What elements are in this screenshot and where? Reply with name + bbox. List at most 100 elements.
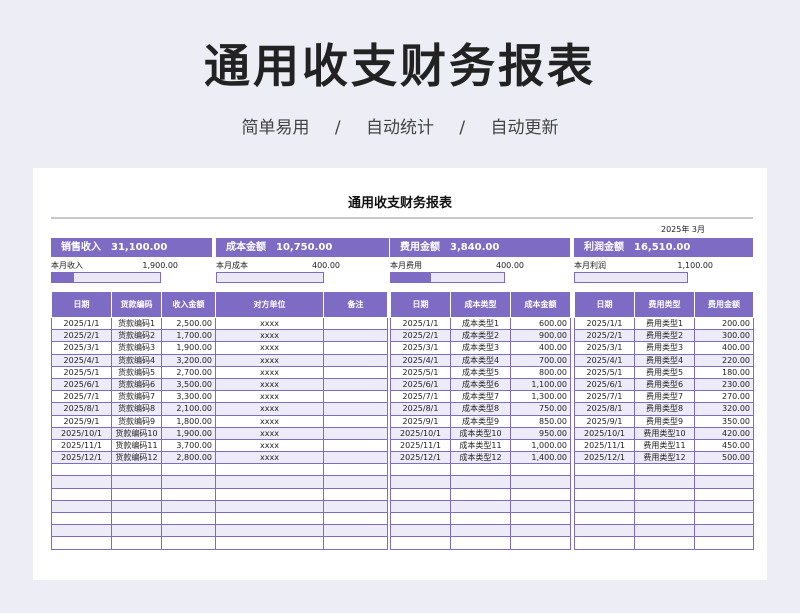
- table-cell[interactable]: [51, 536, 112, 550]
- table-cell[interactable]: 成本类型7: [450, 390, 511, 404]
- table-cell[interactable]: [215, 511, 324, 526]
- table-cell[interactable]: 2025/11/1: [390, 438, 451, 453]
- table-cell[interactable]: 2025/2/1: [51, 329, 112, 343]
- table-cell[interactable]: xxxx: [215, 341, 324, 355]
- table-cell[interactable]: [694, 536, 754, 550]
- table-cell[interactable]: [323, 487, 388, 501]
- table-cell[interactable]: 货款编码8: [111, 402, 162, 416]
- table-cell[interactable]: 货款编码3: [111, 341, 162, 355]
- table-cell[interactable]: 2025/6/1: [390, 377, 451, 392]
- table-cell[interactable]: 成本类型12: [450, 451, 511, 465]
- table-cell[interactable]: 1,900.00: [161, 426, 216, 440]
- table-cell[interactable]: 350.00: [694, 414, 754, 428]
- table-cell[interactable]: [634, 463, 695, 477]
- table-cell[interactable]: 2025/12/1: [390, 451, 451, 465]
- table-cell[interactable]: 1,400.00: [510, 451, 571, 465]
- table-cell[interactable]: 2025/10/1: [574, 426, 635, 440]
- table-cell[interactable]: [634, 524, 695, 538]
- table-cell[interactable]: 3,500.00: [161, 377, 216, 392]
- table-cell[interactable]: 270.00: [694, 390, 754, 404]
- table-cell[interactable]: 2025/9/1: [390, 414, 451, 428]
- table-cell[interactable]: [510, 475, 571, 489]
- table-cell[interactable]: [161, 463, 216, 477]
- table-cell[interactable]: [111, 511, 162, 526]
- table-cell[interactable]: [694, 499, 754, 514]
- table-cell[interactable]: [111, 499, 162, 514]
- table-cell[interactable]: xxxx: [215, 402, 324, 416]
- table-cell[interactable]: [634, 475, 695, 489]
- table-cell[interactable]: [390, 536, 451, 550]
- table-cell[interactable]: [161, 499, 216, 514]
- table-cell[interactable]: [111, 487, 162, 501]
- table-cell[interactable]: [323, 329, 388, 343]
- table-cell[interactable]: 600.00: [510, 316, 571, 331]
- table-cell[interactable]: 2,800.00: [161, 451, 216, 465]
- table-cell[interactable]: [450, 536, 511, 550]
- table-cell[interactable]: 450.00: [694, 438, 754, 453]
- table-cell[interactable]: [161, 536, 216, 550]
- table-cell[interactable]: 成本类型1: [450, 316, 511, 331]
- table-cell[interactable]: [450, 463, 511, 477]
- table-cell[interactable]: [634, 499, 695, 514]
- table-cell[interactable]: xxxx: [215, 438, 324, 453]
- table-cell[interactable]: 220.00: [694, 353, 754, 367]
- table-cell[interactable]: [694, 487, 754, 501]
- table-cell[interactable]: 费用类型9: [634, 414, 695, 428]
- table-cell[interactable]: 成本类型3: [450, 341, 511, 355]
- table-cell[interactable]: 2025/12/1: [51, 451, 112, 465]
- table-cell[interactable]: 成本类型11: [450, 438, 511, 453]
- table-cell[interactable]: 2025/10/1: [390, 426, 451, 440]
- table-cell[interactable]: [510, 511, 571, 526]
- table-cell[interactable]: [390, 487, 451, 501]
- table-cell[interactable]: [323, 353, 388, 367]
- table-cell[interactable]: [323, 365, 388, 379]
- table-cell[interactable]: 1,100.00: [510, 377, 571, 392]
- table-cell[interactable]: 费用类型5: [634, 365, 695, 379]
- table-cell[interactable]: 2025/9/1: [574, 414, 635, 428]
- table-cell[interactable]: 320.00: [694, 402, 754, 416]
- table-cell[interactable]: [51, 499, 112, 514]
- table-cell[interactable]: [161, 475, 216, 489]
- table-cell[interactable]: 1,300.00: [510, 390, 571, 404]
- table-cell[interactable]: [215, 524, 324, 538]
- table-cell[interactable]: [323, 511, 388, 526]
- table-cell[interactable]: 2025/4/1: [390, 353, 451, 367]
- table-cell[interactable]: xxxx: [215, 316, 324, 331]
- table-cell[interactable]: [323, 438, 388, 453]
- table-cell[interactable]: [323, 475, 388, 489]
- table-cell[interactable]: 费用类型4: [634, 353, 695, 367]
- table-cell[interactable]: 800.00: [510, 365, 571, 379]
- table-cell[interactable]: [574, 524, 635, 538]
- table-cell[interactable]: 950.00: [510, 426, 571, 440]
- table-cell[interactable]: 2025/9/1: [51, 414, 112, 428]
- table-cell[interactable]: 2025/6/1: [51, 377, 112, 392]
- table-cell[interactable]: [215, 475, 324, 489]
- table-cell[interactable]: [161, 524, 216, 538]
- table-cell[interactable]: 2025/8/1: [390, 402, 451, 416]
- table-cell[interactable]: 2025/2/1: [574, 329, 635, 343]
- table-cell[interactable]: 2,700.00: [161, 365, 216, 379]
- table-cell[interactable]: 2,100.00: [161, 402, 216, 416]
- table-cell[interactable]: 货款编码11: [111, 438, 162, 453]
- table-cell[interactable]: [390, 499, 451, 514]
- table-cell[interactable]: [510, 499, 571, 514]
- table-cell[interactable]: [694, 463, 754, 477]
- table-cell[interactable]: 货款编码5: [111, 365, 162, 379]
- table-cell[interactable]: 费用类型1: [634, 316, 695, 331]
- table-cell[interactable]: [323, 463, 388, 477]
- table-cell[interactable]: [694, 511, 754, 526]
- table-cell[interactable]: 货款编码12: [111, 451, 162, 465]
- table-cell[interactable]: 2025/2/1: [390, 329, 451, 343]
- table-cell[interactable]: [323, 536, 388, 550]
- table-cell[interactable]: 2025/8/1: [574, 402, 635, 416]
- table-cell[interactable]: 1,000.00: [510, 438, 571, 453]
- table-cell[interactable]: 费用类型3: [634, 341, 695, 355]
- table-cell[interactable]: xxxx: [215, 451, 324, 465]
- table-cell[interactable]: 费用类型12: [634, 451, 695, 465]
- table-cell[interactable]: [694, 475, 754, 489]
- table-cell[interactable]: [450, 499, 511, 514]
- table-cell[interactable]: 400.00: [694, 341, 754, 355]
- table-cell[interactable]: 成本类型10: [450, 426, 511, 440]
- table-cell[interactable]: [215, 499, 324, 514]
- table-cell[interactable]: [450, 487, 511, 501]
